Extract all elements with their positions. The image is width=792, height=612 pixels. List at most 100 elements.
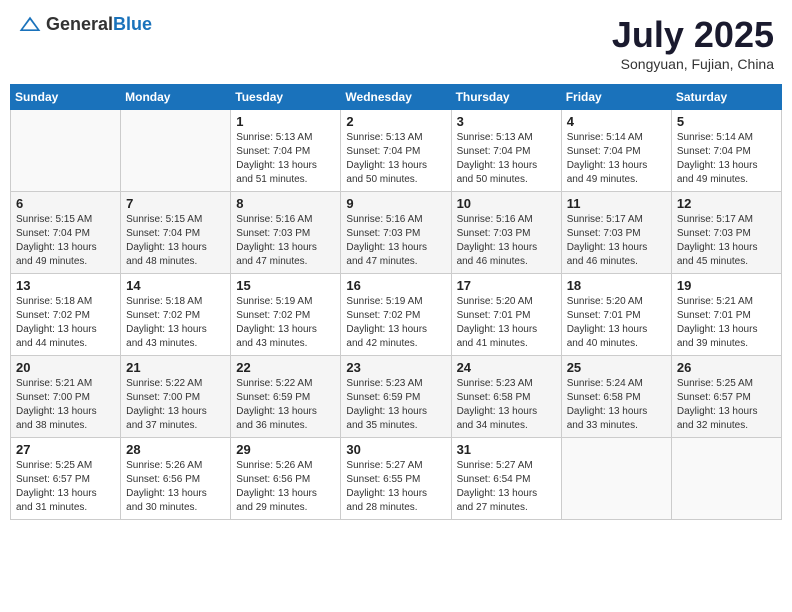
- logo-general-text: General: [46, 14, 113, 34]
- day-number: 21: [126, 360, 225, 375]
- day-sun-info: Sunrise: 5:13 AMSunset: 7:04 PMDaylight:…: [457, 131, 556, 187]
- day-sun-info: Sunrise: 5:22 AMSunset: 7:00 PMDaylight:…: [126, 377, 225, 433]
- day-number: 25: [567, 360, 666, 375]
- calendar-day-cell: 22 Sunrise: 5:22 AMSunset: 6:59 PMDayligh…: [231, 356, 341, 438]
- calendar-day-cell: 24 Sunrise: 5:23 AMSunset: 6:58 PMDayligh…: [451, 356, 561, 438]
- calendar-day-cell: 12 Sunrise: 5:17 AMSunset: 7:03 PMDayligh…: [671, 192, 781, 274]
- calendar-day-cell: [11, 110, 121, 192]
- day-of-week-header: Wednesday: [341, 85, 451, 110]
- calendar-week-row: 6 Sunrise: 5:15 AMSunset: 7:04 PMDaylight…: [11, 192, 782, 274]
- day-number: 5: [677, 114, 776, 129]
- calendar-day-cell: 9 Sunrise: 5:16 AMSunset: 7:03 PMDaylight…: [341, 192, 451, 274]
- day-number: 15: [236, 278, 335, 293]
- day-number: 19: [677, 278, 776, 293]
- day-of-week-header: Sunday: [11, 85, 121, 110]
- day-number: 22: [236, 360, 335, 375]
- day-sun-info: Sunrise: 5:25 AMSunset: 6:57 PMDaylight:…: [16, 459, 115, 515]
- day-sun-info: Sunrise: 5:20 AMSunset: 7:01 PMDaylight:…: [567, 295, 666, 351]
- day-sun-info: Sunrise: 5:16 AMSunset: 7:03 PMDaylight:…: [457, 213, 556, 269]
- day-sun-info: Sunrise: 5:13 AMSunset: 7:04 PMDaylight:…: [236, 131, 335, 187]
- day-number: 12: [677, 196, 776, 211]
- logo-icon: [18, 15, 42, 35]
- calendar-day-cell: 16Sunrise: 5:19 AMSunset: 7:02 PMDayligh…: [341, 274, 451, 356]
- month-year-title: July 2025: [612, 14, 774, 56]
- calendar-header-row: SundayMondayTuesdayWednesdayThursdayFrid…: [11, 85, 782, 110]
- day-number: 2: [346, 114, 445, 129]
- day-sun-info: Sunrise: 5:16 AMSunset: 7:03 PMDaylight:…: [346, 213, 445, 269]
- day-sun-info: Sunrise: 5:26 AMSunset: 6:56 PMDaylight:…: [126, 459, 225, 515]
- calendar-day-cell: [561, 438, 671, 520]
- calendar-day-cell: 31 Sunrise: 5:27 AMSunset: 6:54 PMDayligh…: [451, 438, 561, 520]
- calendar-day-cell: 19Sunrise: 5:21 AMSunset: 7:01 PMDayligh…: [671, 274, 781, 356]
- day-number: 6: [16, 196, 115, 211]
- day-sun-info: Sunrise: 5:24 AMSunset: 6:58 PMDaylight:…: [567, 377, 666, 433]
- day-number: 26: [677, 360, 776, 375]
- calendar-day-cell: 28 Sunrise: 5:26 AMSunset: 6:56 PMDayligh…: [121, 438, 231, 520]
- calendar-day-cell: 14 Sunrise: 5:18 AMSunset: 7:02 PMDayligh…: [121, 274, 231, 356]
- day-sun-info: Sunrise: 5:17 AMSunset: 7:03 PMDaylight:…: [677, 213, 776, 269]
- day-sun-info: Sunrise: 5:18 AMSunset: 7:02 PMDaylight:…: [126, 295, 225, 351]
- calendar-day-cell: 4Sunrise: 5:14 AMSunset: 7:04 PMDaylight…: [561, 110, 671, 192]
- calendar-day-cell: 2 Sunrise: 5:13 AMSunset: 7:04 PMDaylight…: [341, 110, 451, 192]
- day-number: 7: [126, 196, 225, 211]
- calendar-day-cell: 21 Sunrise: 5:22 AMSunset: 7:00 PMDayligh…: [121, 356, 231, 438]
- day-number: 27: [16, 442, 115, 457]
- day-sun-info: Sunrise: 5:15 AMSunset: 7:04 PMDaylight:…: [16, 213, 115, 269]
- calendar-day-cell: 25 Sunrise: 5:24 AMSunset: 6:58 PMDayligh…: [561, 356, 671, 438]
- day-sun-info: Sunrise: 5:23 AMSunset: 6:59 PMDaylight:…: [346, 377, 445, 433]
- day-sun-info: Sunrise: 5:16 AMSunset: 7:03 PMDaylight:…: [236, 213, 335, 269]
- day-number: 9: [346, 196, 445, 211]
- day-number: 29: [236, 442, 335, 457]
- calendar-week-row: 1 Sunrise: 5:13 AMSunset: 7:04 PMDaylight…: [11, 110, 782, 192]
- calendar-day-cell: 13Sunrise: 5:18 AMSunset: 7:02 PMDayligh…: [11, 274, 121, 356]
- day-sun-info: Sunrise: 5:13 AMSunset: 7:04 PMDaylight:…: [346, 131, 445, 187]
- calendar-day-cell: 17Sunrise: 5:20 AMSunset: 7:01 PMDayligh…: [451, 274, 561, 356]
- calendar-day-cell: 11 Sunrise: 5:17 AMSunset: 7:03 PMDayligh…: [561, 192, 671, 274]
- day-sun-info: Sunrise: 5:27 AMSunset: 6:54 PMDaylight:…: [457, 459, 556, 515]
- day-of-week-header: Thursday: [451, 85, 561, 110]
- calendar-day-cell: 7 Sunrise: 5:15 AMSunset: 7:04 PMDaylight…: [121, 192, 231, 274]
- calendar-day-cell: 27 Sunrise: 5:25 AMSunset: 6:57 PMDayligh…: [11, 438, 121, 520]
- day-number: 24: [457, 360, 556, 375]
- calendar-day-cell: 10Sunrise: 5:16 AMSunset: 7:03 PMDayligh…: [451, 192, 561, 274]
- day-sun-info: Sunrise: 5:23 AMSunset: 6:58 PMDaylight:…: [457, 377, 556, 433]
- calendar-table: SundayMondayTuesdayWednesdayThursdayFrid…: [10, 84, 782, 520]
- day-number: 28: [126, 442, 225, 457]
- calendar-day-cell: 5Sunrise: 5:14 AMSunset: 7:04 PMDaylight…: [671, 110, 781, 192]
- day-sun-info: Sunrise: 5:25 AMSunset: 6:57 PMDaylight:…: [677, 377, 776, 433]
- day-sun-info: Sunrise: 5:15 AMSunset: 7:04 PMDaylight:…: [126, 213, 225, 269]
- calendar-day-cell: 20Sunrise: 5:21 AMSunset: 7:00 PMDayligh…: [11, 356, 121, 438]
- day-number: 16: [346, 278, 445, 293]
- day-sun-info: Sunrise: 5:26 AMSunset: 6:56 PMDaylight:…: [236, 459, 335, 515]
- day-of-week-header: Tuesday: [231, 85, 341, 110]
- day-sun-info: Sunrise: 5:19 AMSunset: 7:02 PMDaylight:…: [236, 295, 335, 351]
- day-number: 4: [567, 114, 666, 129]
- day-number: 31: [457, 442, 556, 457]
- calendar-day-cell: 29 Sunrise: 5:26 AMSunset: 6:56 PMDayligh…: [231, 438, 341, 520]
- day-sun-info: Sunrise: 5:17 AMSunset: 7:03 PMDaylight:…: [567, 213, 666, 269]
- calendar-day-cell: [121, 110, 231, 192]
- calendar-week-row: 13 Sunrise: 5:18 AMSunset: 7:02 PMDayligh…: [11, 274, 782, 356]
- day-number: 3: [457, 114, 556, 129]
- day-number: 11: [567, 196, 666, 211]
- day-sun-info: Sunrise: 5:22 AMSunset: 6:59 PMDaylight:…: [236, 377, 335, 433]
- day-of-week-header: Monday: [121, 85, 231, 110]
- day-number: 30: [346, 442, 445, 457]
- day-number: 13: [16, 278, 115, 293]
- title-block: July 2025 Songyuan, Fujian, China: [612, 14, 774, 72]
- day-number: 20: [16, 360, 115, 375]
- location-subtitle: Songyuan, Fujian, China: [612, 56, 774, 72]
- day-of-week-header: Friday: [561, 85, 671, 110]
- day-number: 18: [567, 278, 666, 293]
- day-number: 23: [346, 360, 445, 375]
- day-number: 1: [236, 114, 335, 129]
- logo-blue-text: Blue: [113, 14, 152, 34]
- calendar-day-cell: 30Sunrise: 5:27 AMSunset: 6:55 PMDayligh…: [341, 438, 451, 520]
- calendar-day-cell: 1 Sunrise: 5:13 AMSunset: 7:04 PMDaylight…: [231, 110, 341, 192]
- day-number: 14: [126, 278, 225, 293]
- calendar-day-cell: 6 Sunrise: 5:15 AMSunset: 7:04 PMDaylight…: [11, 192, 121, 274]
- day-of-week-header: Saturday: [671, 85, 781, 110]
- calendar-day-cell: 3 Sunrise: 5:13 AMSunset: 7:04 PMDaylight…: [451, 110, 561, 192]
- calendar-day-cell: [671, 438, 781, 520]
- day-number: 8: [236, 196, 335, 211]
